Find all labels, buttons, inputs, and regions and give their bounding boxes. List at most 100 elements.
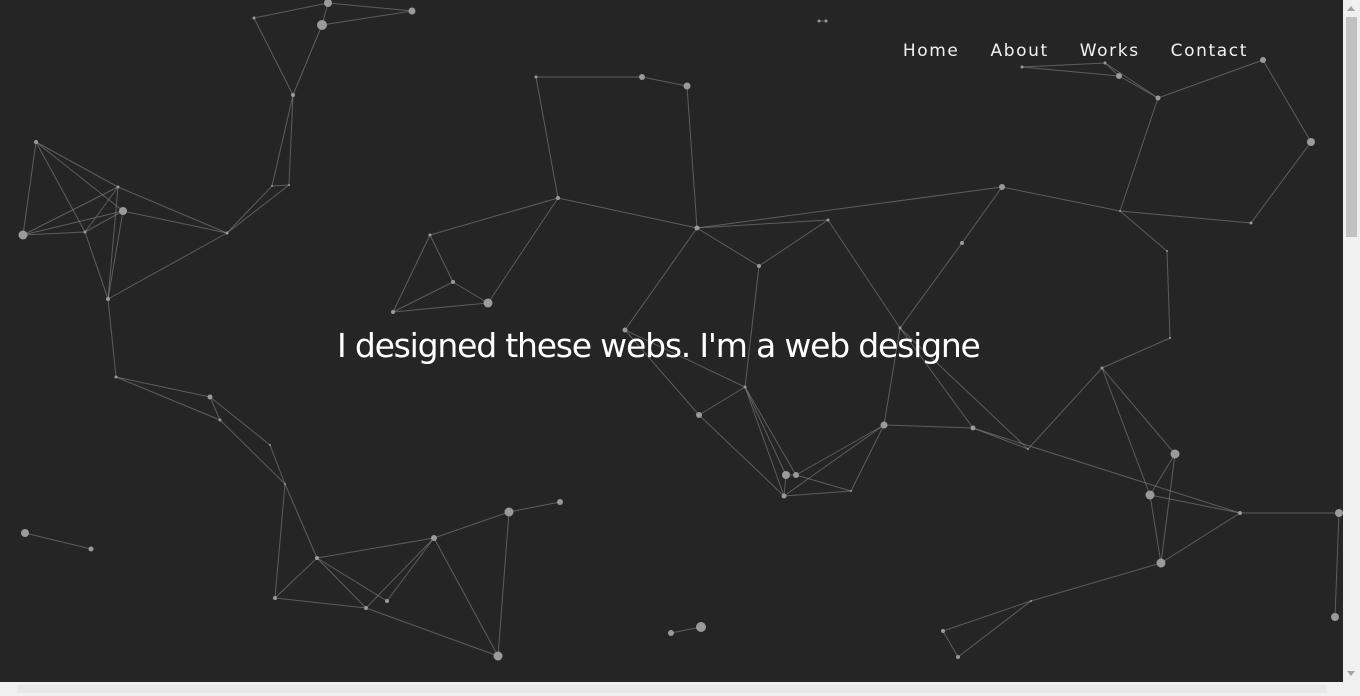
network-particle	[1119, 210, 1121, 212]
network-particle	[880, 421, 888, 429]
nav-link-works[interactable]: Works	[1080, 41, 1140, 61]
network-particle	[782, 471, 790, 479]
network-link	[1101, 367, 1176, 455]
network-particle	[116, 185, 120, 189]
network-link	[226, 184, 290, 234]
network-link	[107, 298, 117, 378]
scroll-down-arrow-icon[interactable]	[1347, 671, 1355, 676]
nav-link-home[interactable]: Home	[903, 41, 960, 61]
network-link	[1157, 59, 1264, 99]
network-particle	[683, 82, 691, 90]
network-link	[899, 242, 963, 329]
network-particle	[1020, 65, 1024, 69]
network-link	[274, 557, 318, 599]
network-particle	[207, 394, 213, 400]
network-link	[84, 210, 124, 233]
network-particle	[284, 483, 286, 485]
network-link	[316, 537, 435, 559]
network-particle	[1100, 366, 1104, 370]
network-particle	[956, 655, 960, 659]
network-link	[827, 219, 901, 329]
network-link	[1149, 494, 1162, 564]
network-particle	[960, 241, 964, 245]
nav-link-contact[interactable]: Contact	[1171, 41, 1248, 61]
network-link	[1119, 210, 1252, 224]
network-particle	[504, 507, 514, 517]
main-nav: Home About Works Contact	[903, 41, 1248, 61]
network-link	[957, 600, 1032, 658]
network-particle	[850, 490, 852, 492]
network-link	[783, 490, 852, 497]
network-particle	[21, 529, 29, 537]
network-link	[883, 424, 974, 429]
network-particle	[1331, 613, 1339, 621]
network-particle	[291, 93, 295, 97]
vertical-scrollbar[interactable]	[1343, 0, 1360, 682]
network-particle	[757, 264, 761, 268]
network-link	[641, 76, 688, 87]
network-particle	[364, 606, 368, 610]
network-link	[1104, 62, 1159, 99]
network-link	[321, 10, 413, 26]
network-link	[744, 386, 787, 476]
network-link	[35, 141, 124, 212]
network-link	[1250, 141, 1312, 224]
network-link	[365, 537, 435, 609]
network-particle	[1103, 61, 1107, 65]
network-link	[253, 17, 294, 96]
network-particle	[431, 535, 437, 541]
network-link	[24, 532, 92, 550]
nav-link-about[interactable]: About	[990, 41, 1048, 61]
network-link	[942, 600, 1032, 632]
network-link	[1262, 59, 1312, 143]
network-link	[1149, 494, 1241, 514]
network-particle	[534, 75, 538, 79]
network-link	[22, 141, 37, 236]
network-link	[115, 376, 211, 398]
network-particle	[1166, 250, 1168, 252]
network-link	[452, 281, 489, 304]
network-link	[429, 197, 559, 236]
network-particle	[385, 599, 389, 603]
network-link	[942, 630, 959, 658]
network-particle	[1145, 490, 1155, 500]
network-link	[84, 231, 109, 300]
network-link	[1021, 62, 1106, 68]
network-link	[698, 386, 746, 416]
network-particle	[451, 280, 455, 284]
network-link	[696, 227, 760, 267]
network-link	[696, 186, 1003, 229]
horizontal-scrollbar[interactable]	[0, 682, 1360, 696]
network-link	[392, 234, 431, 313]
network-particle	[970, 425, 976, 431]
network-particle	[1030, 600, 1032, 602]
network-particle	[493, 651, 503, 661]
network-particle	[639, 74, 645, 80]
network-link	[269, 444, 286, 485]
network-particle	[271, 185, 273, 187]
network-link	[122, 210, 228, 234]
vertical-scrollbar-thumb[interactable]	[1346, 17, 1357, 237]
network-particle	[1238, 511, 1242, 515]
network-link	[274, 483, 286, 599]
scroll-up-arrow-icon[interactable]	[1347, 6, 1355, 11]
network-link	[1030, 562, 1162, 602]
network-link	[698, 414, 785, 497]
network-link	[274, 597, 367, 609]
network-particle	[1307, 138, 1315, 146]
network-link	[365, 607, 499, 657]
network-particle	[743, 385, 747, 389]
network-particle	[1027, 448, 1029, 450]
network-particle	[999, 184, 1005, 190]
network-link	[1160, 512, 1241, 564]
network-link	[783, 424, 885, 497]
network-link	[107, 232, 228, 300]
network-particle	[826, 218, 830, 222]
network-particle	[408, 7, 416, 15]
network-particle	[781, 493, 787, 499]
network-particle	[696, 412, 702, 418]
horizontal-scrollbar-thumb[interactable]	[17, 685, 1327, 693]
network-particle	[1335, 509, 1343, 517]
network-particle	[315, 556, 319, 560]
network-link	[557, 197, 698, 229]
